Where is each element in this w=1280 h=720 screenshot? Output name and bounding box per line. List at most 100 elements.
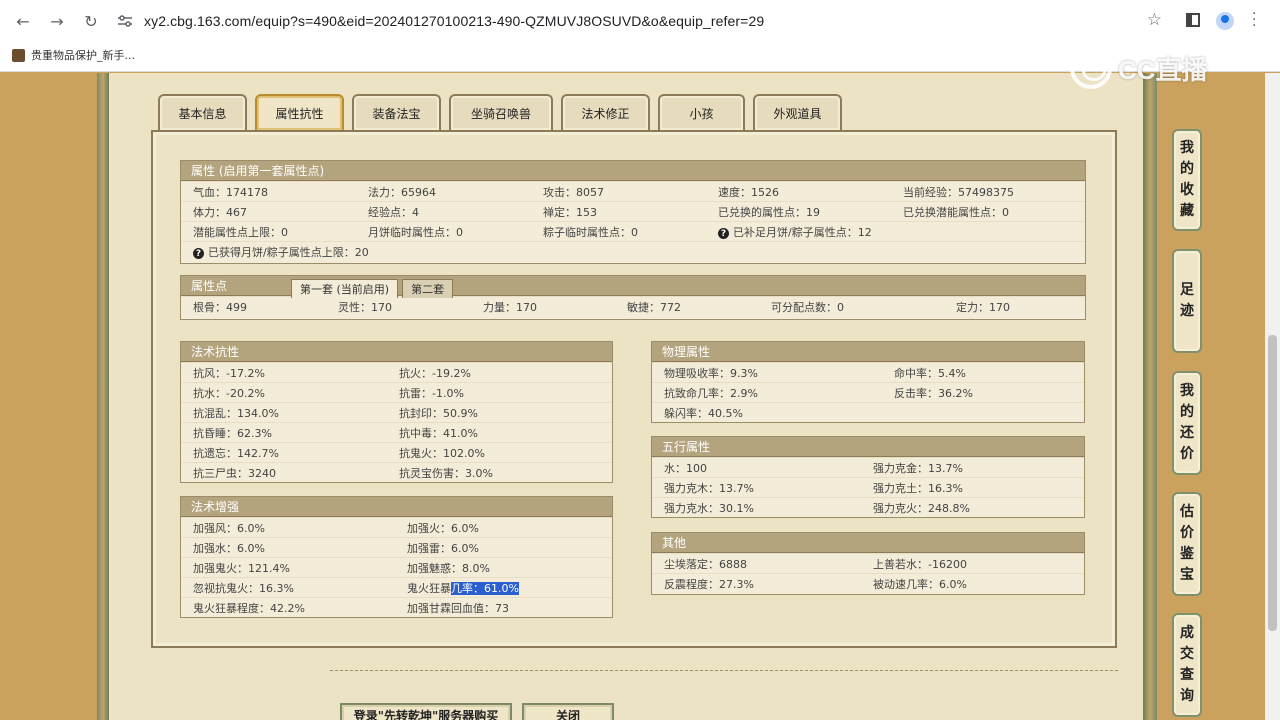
five-cell: 强力克金：13.7% bbox=[873, 461, 963, 475]
attr-speed: 速度：1526 bbox=[718, 185, 779, 199]
enhance-cell: 加强魅惑：8.0% bbox=[407, 561, 490, 575]
tab-attributes[interactable]: 属性抗性 bbox=[255, 94, 344, 130]
attr-hp: 气血：174178 bbox=[193, 185, 268, 199]
resist-row: 抗昏睡：62.3% 抗中毒：41.0% bbox=[181, 422, 612, 442]
tab-children[interactable]: 小孩 bbox=[658, 94, 745, 130]
site-info-icon[interactable] bbox=[118, 15, 132, 27]
address-bar[interactable]: xy2.cbg.163.com/equip?s=490&eid=20240127… bbox=[106, 6, 1176, 36]
other-cell: 反震程度：27.3% bbox=[664, 577, 754, 591]
physical-cell: 反击率：36.2% bbox=[894, 386, 973, 400]
forward-icon[interactable]: → bbox=[40, 4, 74, 38]
physical-title: 物理属性 bbox=[652, 342, 1084, 362]
bookmark-favicon-icon bbox=[12, 48, 25, 62]
help-icon[interactable]: ? bbox=[193, 248, 204, 259]
enhance-cell-selected[interactable]: 鬼火狂暴几率：61.0% bbox=[407, 580, 519, 596]
five-cell: 强力克水：30.1% bbox=[664, 501, 754, 515]
reload-icon[interactable]: ↻ bbox=[74, 4, 108, 38]
divider bbox=[330, 670, 1118, 671]
enhance-cell: 加强火：6.0% bbox=[407, 521, 479, 535]
enhance-cell: 加强鬼火：121.4% bbox=[193, 561, 290, 575]
side-nav-char: 鉴 bbox=[1180, 546, 1194, 562]
subtab-set1[interactable]: 第一套 (当前启用) bbox=[291, 279, 399, 298]
attributes-box: 属性 (启用第一套属性点) 气血：174178 法力：65964 攻击：8057… bbox=[180, 160, 1086, 264]
attr-row: 潜能属性点上限：0 月饼临时属性点：0 粽子临时属性点：0 ? 已补足月饼/粽子属… bbox=[181, 221, 1085, 241]
points-row: 根骨：499 灵性：170 力量：170 敏捷：772 可分配点数：0 定力：1… bbox=[181, 296, 1085, 316]
equip-tabs: 基本信息 属性抗性 装备法宝 坐骑召唤兽 法术修正 小孩 外观道具 bbox=[158, 94, 842, 130]
points-box: 属性点 第一套 (当前启用) 第二套 根骨：499 灵性：170 力量：170 … bbox=[180, 275, 1086, 320]
pt-agility: 敏捷：772 bbox=[627, 300, 681, 314]
attributes-title: 属性 (启用第一套属性点) bbox=[181, 161, 1085, 181]
resist-cell: 抗混乱：134.0% bbox=[193, 406, 279, 420]
side-nav-appraisal[interactable]: 估价鉴宝 bbox=[1172, 492, 1202, 596]
close-button[interactable]: 关闭 bbox=[522, 703, 614, 720]
bookmark-label: 贵重物品保护_新手... bbox=[31, 49, 135, 62]
scrollbar[interactable] bbox=[1265, 73, 1280, 720]
resist-row: 抗遗忘：142.7% 抗鬼火：102.0% bbox=[181, 442, 612, 462]
attr-obtained-limit-text: 已获得月饼/粽子属性点上限：20 bbox=[208, 245, 369, 259]
enhance-row: 加强鬼火：121.4% 加强魅惑：8.0% bbox=[181, 557, 612, 577]
resist-row: 抗三尸虫：3240 抗灵宝伤害：3.0% bbox=[181, 462, 612, 482]
enhance-row: 忽视抗鬼火：16.3% 鬼火狂暴几率：61.0% bbox=[181, 577, 612, 597]
attr-zongzi-temp: 粽子临时属性点：0 bbox=[543, 225, 638, 239]
tab-appearance[interactable]: 外观道具 bbox=[753, 94, 842, 130]
side-nav-char: 查 bbox=[1180, 667, 1194, 683]
resist-cell: 抗封印：50.9% bbox=[399, 406, 478, 420]
tab-mounts[interactable]: 坐骑召唤兽 bbox=[449, 94, 553, 130]
resist-cell: 抗昏睡：62.3% bbox=[193, 426, 272, 440]
attr-supplemented: ? 已补足月饼/粽子属性点：12 bbox=[718, 224, 872, 240]
side-nav-my-offers[interactable]: 我的还价 bbox=[1172, 371, 1202, 475]
side-nav-char: 交 bbox=[1180, 646, 1194, 662]
physical-row: 躲闪率：40.5% bbox=[652, 402, 1084, 422]
pt-focus: 定力：170 bbox=[956, 300, 1010, 314]
physical-box: 物理属性 物理吸收率：9.3% 命中率：5.4% 抗致命几率：2.9% 反击率：36… bbox=[651, 341, 1085, 423]
pt-constitution: 根骨：499 bbox=[193, 300, 247, 314]
left-frame bbox=[97, 73, 109, 720]
scroll-thumb[interactable] bbox=[1268, 335, 1277, 631]
side-nav-char: 估 bbox=[1180, 504, 1194, 520]
side-nav-char: 价 bbox=[1180, 525, 1194, 541]
attr-mooncake-temp: 月饼临时属性点：0 bbox=[368, 225, 463, 239]
profile-icon[interactable] bbox=[1216, 12, 1234, 30]
url-text[interactable]: xy2.cbg.163.com/equip?s=490&eid=20240127… bbox=[144, 13, 764, 29]
resist-cell: 抗遗忘：142.7% bbox=[193, 446, 279, 460]
enhance-cell: 忽视抗鬼火：16.3% bbox=[193, 581, 294, 595]
other-row: 反震程度：27.3% 被动速几率：6.0% bbox=[652, 573, 1084, 593]
resist-row: 抗风：-17.2% 抗火：-19.2% bbox=[181, 362, 612, 382]
more-menu-icon[interactable]: · · · bbox=[1252, 7, 1256, 33]
back-icon[interactable]: ← bbox=[6, 4, 40, 38]
side-nav-deals[interactable]: 成交查询 bbox=[1172, 613, 1202, 717]
side-nav-favorites[interactable]: 我的收藏 bbox=[1172, 129, 1202, 231]
resist-cell: 抗火：-19.2% bbox=[399, 366, 471, 380]
five-title: 五行属性 bbox=[652, 437, 1084, 457]
side-nav-char: 成 bbox=[1180, 625, 1194, 641]
login-server-button[interactable]: 登录"先转乾坤"服务器购买 bbox=[340, 703, 512, 720]
five-cell: 强力克木：13.7% bbox=[664, 481, 754, 495]
help-icon[interactable]: ? bbox=[718, 228, 729, 239]
physical-row: 抗致命几率：2.9% 反击率：36.2% bbox=[652, 382, 1084, 402]
bookmark-star-icon[interactable]: ☆ bbox=[1147, 10, 1162, 30]
five-cell: 水：100 bbox=[664, 461, 707, 475]
attr-exchanged-points: 已兑换的属性点：19 bbox=[718, 205, 820, 219]
five-cell: 强力克土：16.3% bbox=[873, 481, 963, 495]
tab-spell-correction[interactable]: 法术修正 bbox=[561, 94, 650, 130]
physical-cell: 躲闪率：40.5% bbox=[664, 406, 743, 420]
side-nav-char: 的 bbox=[1180, 404, 1194, 420]
side-nav-char: 我 bbox=[1180, 140, 1194, 156]
enhance-cell: 加强水：6.0% bbox=[193, 541, 265, 555]
other-title: 其他 bbox=[652, 533, 1084, 553]
resist-row: 抗混乱：134.0% 抗封印：50.9% bbox=[181, 402, 612, 422]
tab-basic-info[interactable]: 基本信息 bbox=[158, 94, 247, 130]
side-panel-icon[interactable] bbox=[1186, 13, 1200, 27]
side-nav-char: 询 bbox=[1180, 688, 1194, 704]
subtab-set2[interactable]: 第二套 bbox=[402, 279, 454, 298]
five-row: 水：100 强力克金：13.7% bbox=[652, 457, 1084, 477]
bookmark-item[interactable]: 贵重物品保护_新手... bbox=[12, 47, 135, 63]
other-cell: 上善若水：-16200 bbox=[873, 557, 967, 571]
resist-cell: 抗雷：-1.0% bbox=[399, 386, 464, 400]
other-box: 其他 尘埃落定：6888 上善若水：-16200 反震程度：27.3% 被动速几率：… bbox=[651, 532, 1085, 595]
enhance-cell: 加强风：6.0% bbox=[193, 521, 265, 535]
resist-cell: 抗三尸虫：3240 bbox=[193, 466, 276, 480]
side-nav-footprints[interactable]: 足迹 bbox=[1172, 249, 1202, 353]
tab-equipment[interactable]: 装备法宝 bbox=[352, 94, 441, 130]
five-cell: 强力克火：248.8% bbox=[873, 501, 970, 515]
